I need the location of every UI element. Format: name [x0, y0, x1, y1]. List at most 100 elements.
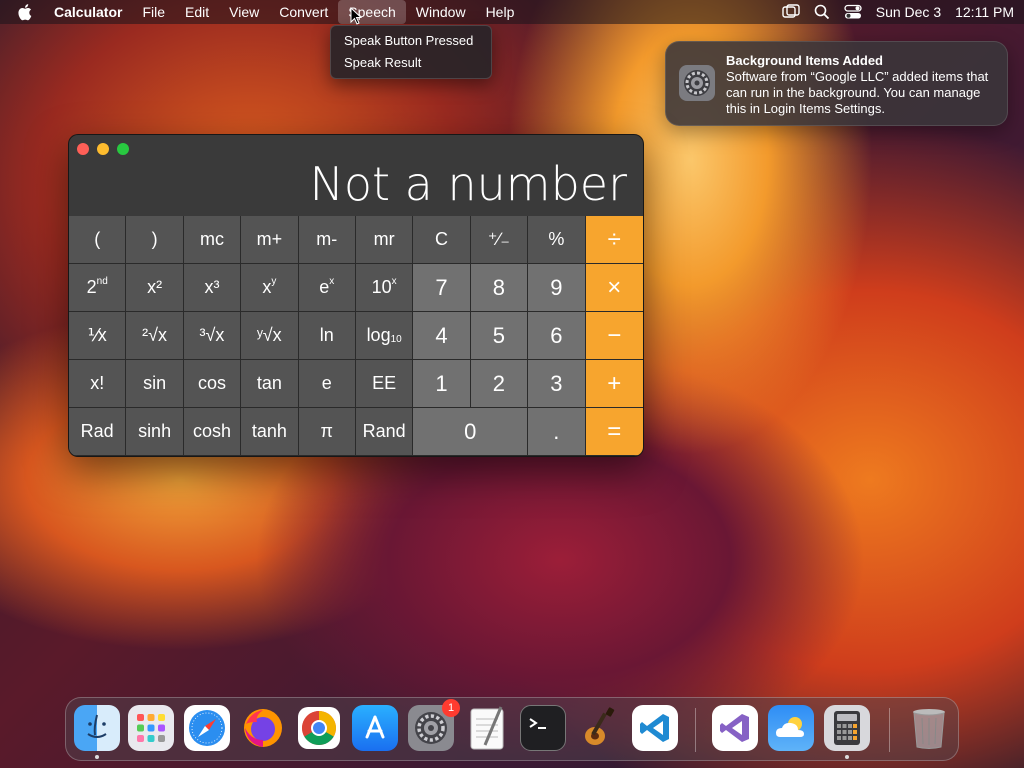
key-second[interactable]: 2nd — [69, 264, 127, 312]
menu-edit[interactable]: Edit — [175, 0, 219, 24]
key-y-root[interactable]: ʸ√x — [241, 312, 299, 360]
menu-item-speak-result[interactable]: Speak Result — [331, 52, 491, 74]
zoom-button[interactable] — [117, 143, 129, 155]
dock-system-settings-icon[interactable]: 1 — [408, 699, 460, 751]
calculator-display: Not a number — [309, 157, 627, 211]
dock-visual-studio-icon[interactable] — [712, 705, 758, 751]
menu-convert[interactable]: Convert — [269, 0, 338, 24]
key-open-paren[interactable]: ( — [69, 216, 127, 264]
key-divide[interactable]: ÷ — [585, 216, 643, 264]
dock-weather-icon[interactable] — [768, 705, 814, 751]
key-e[interactable]: e — [298, 360, 356, 408]
key-2[interactable]: 2 — [470, 360, 529, 408]
key-8[interactable]: 8 — [470, 264, 529, 312]
key-decimal[interactable]: . — [528, 408, 586, 456]
key-tan[interactable]: tan — [241, 360, 299, 408]
key-9[interactable]: 9 — [528, 264, 586, 312]
key-x-pow-y[interactable]: xy — [241, 264, 299, 312]
dock-firefox-icon[interactable] — [240, 705, 286, 751]
key-tenx-sup: x — [391, 276, 397, 287]
menu-view[interactable]: View — [219, 0, 269, 24]
key-m-minus[interactable]: m- — [298, 216, 356, 264]
menu-file[interactable]: File — [132, 0, 175, 24]
key-7[interactable]: 7 — [413, 264, 471, 312]
key-5[interactable]: 5 — [470, 312, 529, 360]
menu-item-speak-button-pressed[interactable]: Speak Button Pressed — [331, 30, 491, 52]
key-clear[interactable]: C — [413, 216, 471, 264]
dock-garageband-icon[interactable] — [576, 705, 622, 751]
running-indicator — [845, 755, 849, 759]
minimize-button[interactable] — [97, 143, 109, 155]
key-mc[interactable]: mc — [183, 216, 242, 264]
dock-separator — [889, 708, 890, 752]
key-ten-pow-x[interactable]: 10 x — [355, 264, 414, 312]
key-6[interactable]: 6 — [528, 312, 586, 360]
menu-clock-time[interactable]: 12:11 PM — [955, 4, 1014, 20]
control-center-icon[interactable] — [844, 4, 862, 20]
key-pi[interactable]: π — [298, 408, 356, 456]
key-x-squared[interactable]: x² — [126, 264, 184, 312]
spotlight-search-icon[interactable] — [814, 4, 830, 20]
key-percent[interactable]: % — [528, 216, 586, 264]
key-tanh[interactable]: tanh — [241, 408, 299, 456]
dock-safari-icon[interactable] — [184, 705, 230, 751]
dock-textedit-icon[interactable] — [464, 705, 510, 751]
key-equals[interactable]: = — [585, 408, 643, 456]
screen-mirroring-icon[interactable] — [782, 4, 800, 20]
menu-clock-date[interactable]: Sun Dec 3 — [876, 4, 941, 20]
dock-launchpad-icon[interactable] — [128, 705, 174, 751]
close-button[interactable] — [77, 143, 89, 155]
speech-menu-dropdown: Speak Button Pressed Speak Result — [330, 25, 492, 79]
apple-menu-icon[interactable] — [18, 3, 36, 21]
key-4[interactable]: 4 — [413, 312, 471, 360]
key-sinh[interactable]: sinh — [126, 408, 184, 456]
key-sign[interactable]: ⁺∕₋ — [470, 216, 529, 264]
key-ln[interactable]: ln — [298, 312, 356, 360]
key-multiply[interactable]: × — [585, 264, 643, 312]
key-3[interactable]: 3 — [528, 360, 586, 408]
key-plus[interactable]: + — [585, 360, 643, 408]
key-rad[interactable]: Rad — [69, 408, 127, 456]
dock-calculator-icon[interactable] — [824, 705, 870, 751]
key-ee[interactable]: EE — [355, 360, 414, 408]
key-1[interactable]: 1 — [413, 360, 471, 408]
key-e-pow-x[interactable]: ex — [298, 264, 356, 312]
key-log10[interactable]: log 10 — [355, 312, 414, 360]
dock-vscode-icon[interactable] — [632, 705, 678, 751]
notification-banner[interactable]: Background Items Added Software from “Go… — [665, 41, 1008, 126]
key-cube-root[interactable]: ³√x — [183, 312, 242, 360]
calculator-window: Not a number ( ) mc m+ m- mr C ⁺∕₋ % ÷ 2… — [68, 134, 644, 457]
menu-app-calculator[interactable]: Calculator — [50, 0, 132, 24]
menu-bar: Calculator File Edit View Convert Speech… — [0, 0, 1024, 24]
key-second-sup: nd — [96, 276, 108, 287]
key-cosh[interactable]: cosh — [183, 408, 242, 456]
dock-separator — [695, 708, 696, 752]
key-sin[interactable]: sin — [126, 360, 184, 408]
dock-app-store-icon[interactable] — [352, 705, 398, 751]
menu-window[interactable]: Window — [406, 0, 476, 24]
key-square-root[interactable]: ²√x — [126, 312, 184, 360]
system-settings-gear-icon — [678, 64, 716, 102]
dock-terminal-icon[interactable] — [520, 705, 566, 751]
notification-badge: 1 — [442, 699, 460, 717]
dock: 1 — [65, 697, 959, 761]
key-0[interactable]: 0 — [413, 408, 529, 456]
notification-body: Software from “Google LLC” added items t… — [726, 69, 989, 116]
key-ex-sup: x — [329, 276, 335, 287]
key-close-paren[interactable]: ) — [126, 216, 184, 264]
key-xy-sup: y — [271, 276, 277, 287]
key-m-plus[interactable]: m+ — [241, 216, 299, 264]
menu-speech[interactable]: Speech — [338, 0, 406, 24]
dock-finder-icon[interactable] — [74, 705, 120, 751]
key-factorial[interactable]: x! — [69, 360, 127, 408]
key-rand[interactable]: Rand — [355, 408, 414, 456]
key-minus[interactable]: − — [585, 312, 643, 360]
key-x-cubed[interactable]: x³ — [183, 264, 242, 312]
key-mr[interactable]: mr — [355, 216, 414, 264]
dock-chrome-icon[interactable] — [296, 705, 342, 751]
dock-trash-icon[interactable] — [906, 705, 952, 751]
menu-help[interactable]: Help — [476, 0, 525, 24]
key-log-label: log — [366, 325, 391, 345]
key-cos[interactable]: cos — [183, 360, 242, 408]
key-reciprocal[interactable]: ⅟x — [69, 312, 127, 360]
